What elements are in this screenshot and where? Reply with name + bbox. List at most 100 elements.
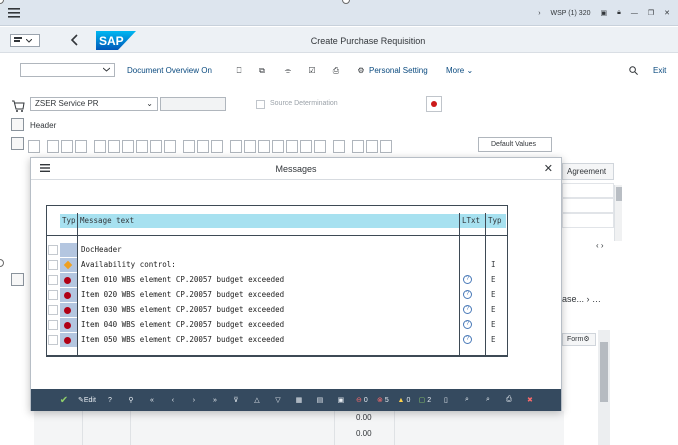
form-column-header[interactable]: Form⚙: [562, 333, 596, 346]
dropdown-icon[interactable]: [258, 139, 270, 153]
details-icon[interactable]: [28, 139, 40, 153]
long-text-help-icon[interactable]: ?: [463, 305, 472, 314]
expand-details-icon[interactable]: [11, 273, 24, 286]
document-number-field[interactable]: [160, 97, 226, 111]
personal-setting-button[interactable]: Personal Setting: [369, 66, 428, 75]
back-icon[interactable]: [70, 34, 80, 46]
find-icon[interactable]: ⌕: [460, 393, 474, 407]
agreement-column-header[interactable]: Agreement: [562, 163, 614, 180]
message-row[interactable]: Item 010 WBS element CP.20057 budget exc…: [47, 273, 507, 287]
long-text-help-icon[interactable]: ?: [463, 275, 472, 284]
cancel-icon[interactable]: ✖: [523, 393, 537, 407]
document-icon[interactable]: ⎕: [234, 65, 244, 76]
copy-icon[interactable]: ⧉: [257, 65, 267, 76]
binoculars-icon[interactable]: ⚲: [124, 393, 138, 407]
row-selector[interactable]: [48, 290, 58, 300]
long-text-help-icon[interactable]: ?: [463, 320, 472, 329]
confirm-check-icon[interactable]: ✔: [57, 393, 71, 407]
tab-truncated[interactable]: ase... › …: [562, 294, 601, 304]
close-icon[interactable]: ✕: [544, 162, 553, 175]
delete-row-icon[interactable]: [61, 139, 73, 153]
hierarchy-icon[interactable]: ⌯: [283, 65, 293, 76]
sort-desc-icon[interactable]: [108, 139, 120, 153]
expand-header-icon[interactable]: [11, 118, 24, 131]
error-filter-button[interactable]: ⊖ 0: [355, 393, 369, 407]
info-filter-button[interactable]: ▢ 2: [418, 393, 432, 407]
shopping-cart-icon[interactable]: [11, 99, 25, 113]
dropdown-icon[interactable]: [197, 139, 209, 153]
long-text-help-icon[interactable]: ?: [463, 290, 472, 299]
save-list-icon[interactable]: ▣: [334, 393, 348, 407]
screen-icon[interactable]: ▣: [600, 9, 607, 17]
search-icon[interactable]: [628, 65, 638, 76]
col-ltxt[interactable]: LTxt: [460, 214, 485, 228]
last-page-icon[interactable]: »: [208, 393, 222, 407]
save-icon[interactable]: [352, 139, 364, 153]
dropdown-icon[interactable]: [286, 139, 298, 153]
layout-icon[interactable]: ▤: [313, 393, 327, 407]
dropdown-icon[interactable]: [314, 139, 326, 153]
layout-icon[interactable]: [244, 139, 256, 153]
sum-icon[interactable]: [183, 139, 195, 153]
export-icon[interactable]: [272, 139, 284, 153]
find-next-icon[interactable]: [136, 139, 148, 153]
details-icon[interactable]: ▯: [439, 393, 453, 407]
warning-filter-button[interactable]: ▲ 0: [397, 393, 411, 407]
message-row[interactable]: DocHeader: [47, 243, 507, 257]
find-icon[interactable]: [122, 139, 134, 153]
col-typ[interactable]: Typ: [60, 214, 77, 228]
source-determination-checkbox[interactable]: [256, 100, 265, 109]
detail-scrollbar[interactable]: [598, 330, 610, 445]
delete-icon[interactable]: [380, 139, 392, 153]
dropdown-icon[interactable]: [164, 139, 176, 153]
copy-row-icon[interactable]: [47, 139, 59, 153]
restore-icon[interactable]: ❐: [648, 9, 654, 17]
stop-filter-button[interactable]: ⊗ 5: [376, 393, 390, 407]
status-indicator-button[interactable]: [426, 96, 442, 112]
resize-handle-left[interactable]: [0, 259, 4, 267]
chevron-right-icon[interactable]: ›: [538, 10, 540, 17]
subtotal-icon[interactable]: [211, 139, 223, 153]
next-icon[interactable]: ›: [187, 393, 201, 407]
row-selector[interactable]: [48, 335, 58, 345]
exit-button[interactable]: Exit: [653, 66, 666, 75]
check-doc-icon[interactable]: ☑: [307, 65, 317, 76]
previous-icon[interactable]: ‹: [166, 393, 180, 407]
message-row[interactable]: Availability control: I: [47, 258, 507, 272]
scroll-arrows-icon[interactable]: ‹ ›: [596, 241, 604, 250]
message-row[interactable]: Item 030 WBS element CP.20057 budget exc…: [47, 303, 507, 317]
dropdown-icon[interactable]: [75, 139, 87, 153]
info-icon[interactable]: [333, 139, 345, 153]
long-text-help-icon[interactable]: ?: [463, 335, 472, 344]
close-window-icon[interactable]: ✕: [664, 9, 670, 17]
sort-desc-icon[interactable]: ▽: [271, 393, 285, 407]
table-icon[interactable]: ▦: [292, 393, 306, 407]
default-values-button[interactable]: Default Values: [478, 137, 552, 152]
print-list-icon[interactable]: [230, 139, 242, 153]
sort-asc-icon[interactable]: [94, 139, 106, 153]
expand-items-icon[interactable]: [11, 137, 24, 150]
hamburger-menu-icon[interactable]: [8, 8, 20, 18]
help-icon[interactable]: ?: [103, 393, 117, 407]
items-scrollbar[interactable]: [614, 185, 622, 241]
row-selector[interactable]: [48, 320, 58, 330]
document-type-select[interactable]: ZSER Service PR ⌄: [30, 97, 158, 111]
row-selector[interactable]: [48, 245, 58, 255]
message-row[interactable]: Item 050 WBS element CP.20057 budget exc…: [47, 333, 507, 347]
refresh-icon[interactable]: [366, 139, 378, 153]
row-selector[interactable]: [48, 275, 58, 285]
variant-select[interactable]: [20, 63, 115, 77]
lock-icon[interactable]: 🔒︎: [617, 9, 621, 17]
views-icon[interactable]: [300, 139, 312, 153]
filter-icon[interactable]: ⊽: [229, 393, 243, 407]
message-row[interactable]: Item 020 WBS element CP.20057 budget exc…: [47, 288, 507, 302]
filter-icon[interactable]: [150, 139, 162, 153]
row-selector[interactable]: [48, 305, 58, 315]
minimize-icon[interactable]: —: [631, 10, 638, 17]
more-menu[interactable]: More ⌄: [446, 66, 473, 75]
col-typ-2[interactable]: Typ: [486, 214, 506, 228]
print-icon[interactable]: ⎙: [502, 393, 516, 407]
settings-icon[interactable]: ⚙: [356, 65, 366, 76]
sort-asc-icon[interactable]: △: [250, 393, 264, 407]
first-page-icon[interactable]: «: [145, 393, 159, 407]
